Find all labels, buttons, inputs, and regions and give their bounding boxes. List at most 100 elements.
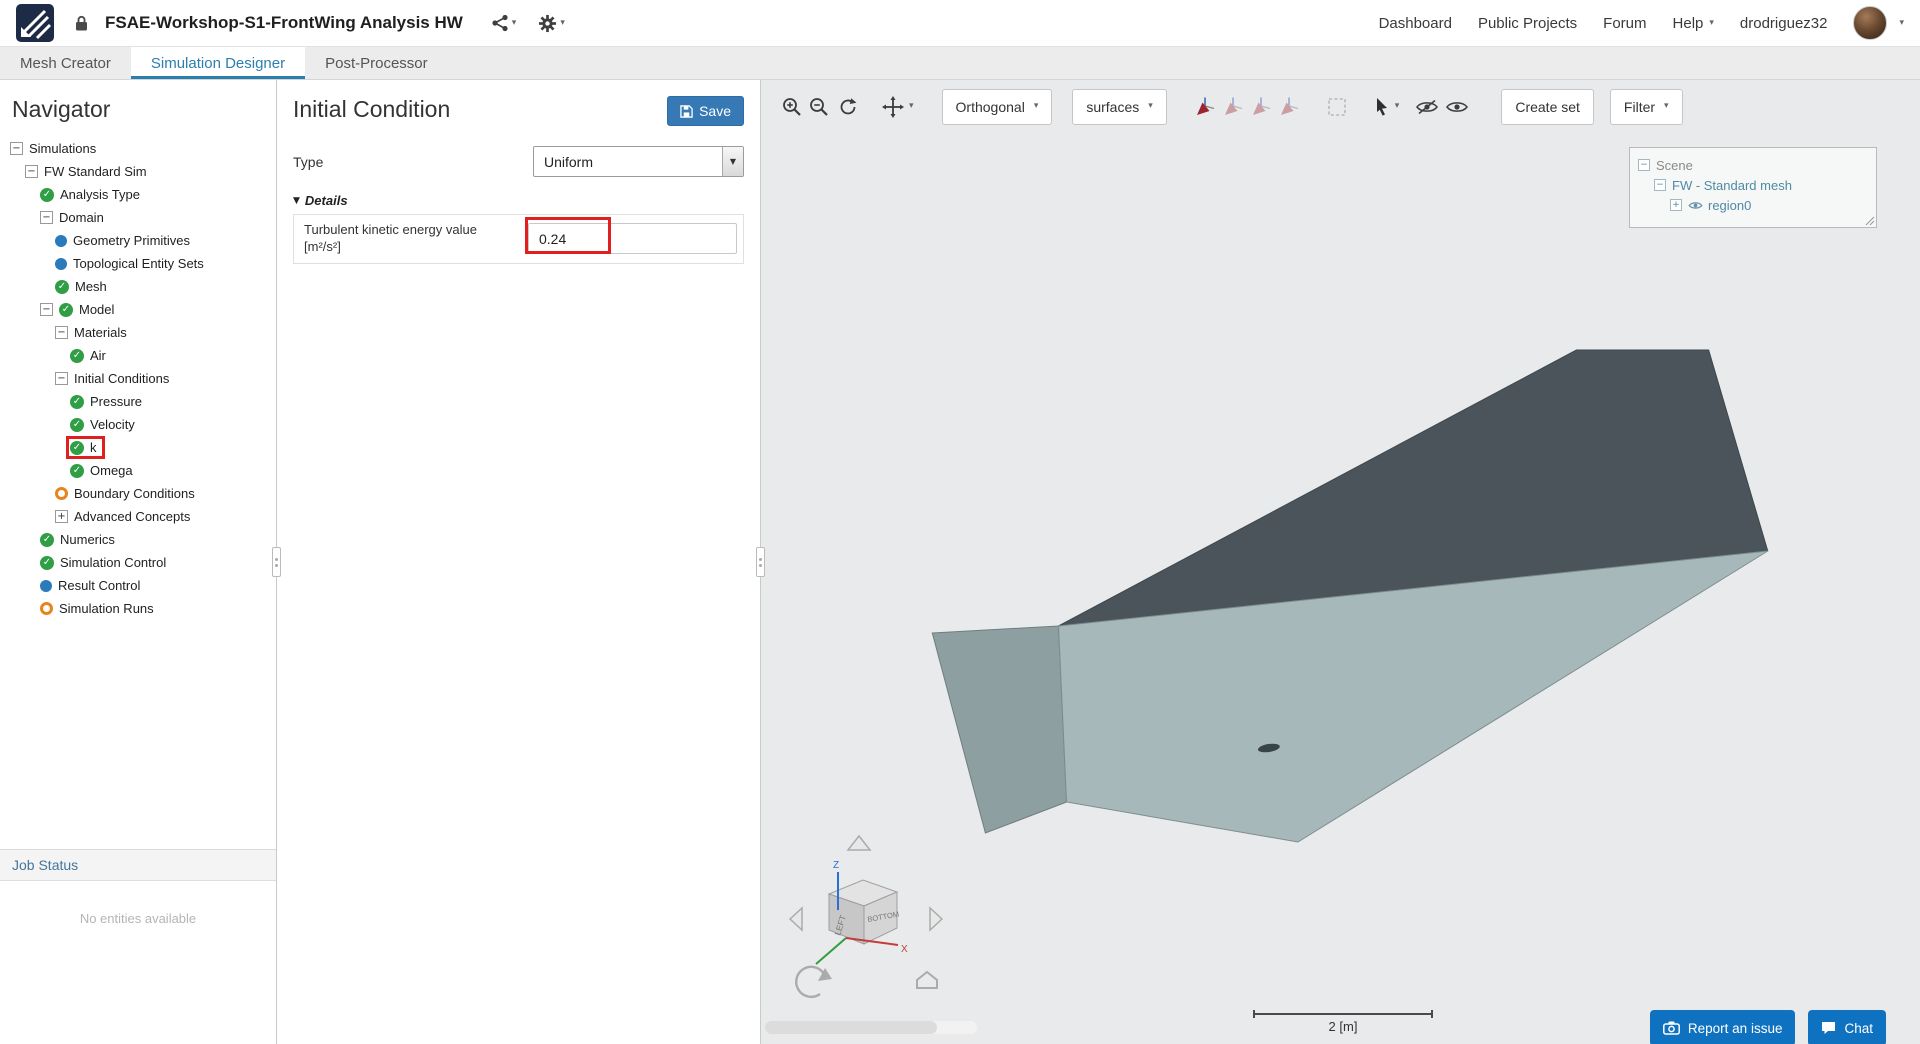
tree-item[interactable]: − Initial Conditions xyxy=(0,367,276,390)
header-nav-link[interactable]: Forum xyxy=(1603,15,1646,32)
tree-item[interactable]: Simulation Runs xyxy=(0,597,276,620)
tree-item[interactable]: ✓ Omega xyxy=(0,459,276,482)
scene-tree-item[interactable]: − FW - Standard mesh xyxy=(1638,175,1868,195)
collapse-icon[interactable]: − xyxy=(40,211,53,224)
collapse-icon[interactable]: − xyxy=(55,372,68,385)
tree-item-label: Simulations xyxy=(29,141,96,156)
tree-item[interactable]: ✓ Numerics xyxy=(0,528,276,551)
scrollbar-thumb[interactable] xyxy=(765,1021,937,1034)
pan-tool[interactable]: ▾ xyxy=(881,95,914,119)
rotate-right-arrow[interactable] xyxy=(930,908,942,930)
tree-item[interactable]: Geometry Primitives xyxy=(0,229,276,252)
home-view-icon[interactable] xyxy=(917,972,937,988)
select-tool[interactable]: ▾ xyxy=(1373,97,1400,117)
avatar[interactable] xyxy=(1853,6,1887,40)
tree-item-label: Velocity xyxy=(90,417,135,432)
tree-item[interactable]: ✓ Air xyxy=(0,344,276,367)
visibility-eye-icon[interactable] xyxy=(1688,200,1703,211)
filter-dropdown[interactable]: Filter ▾ xyxy=(1610,89,1683,125)
z-axis-label: Z xyxy=(833,860,839,871)
rotate-left-arrow[interactable] xyxy=(790,908,802,930)
save-button[interactable]: Save xyxy=(667,96,744,126)
workbench-tab[interactable]: Simulation Designer xyxy=(131,47,305,79)
collapse-icon[interactable]: − xyxy=(55,326,68,339)
tree-item[interactable]: ✓ Velocity xyxy=(0,413,276,436)
header-nav-link[interactable]: Dashboard xyxy=(1379,15,1452,32)
roll-view-arrow[interactable] xyxy=(796,967,824,997)
navigator-panel: Navigator − Simulations − xyxy=(0,80,277,1044)
create-set-button[interactable]: Create set xyxy=(1501,89,1594,125)
cone-tool-icon[interactable] xyxy=(1277,95,1301,119)
collapse-icon[interactable]: − xyxy=(40,303,53,316)
report-issue-button[interactable]: Report an issue xyxy=(1650,1010,1796,1044)
tree-item[interactable]: ✓ Analysis Type xyxy=(0,183,276,206)
horizontal-scrollbar[interactable] xyxy=(765,1021,977,1034)
show-all-icon[interactable] xyxy=(1445,98,1469,116)
collapse-icon[interactable]: − xyxy=(1654,179,1666,191)
tree-item[interactable]: ✓ k xyxy=(0,436,276,459)
pan-icon xyxy=(881,95,905,119)
chat-button[interactable]: Chat xyxy=(1808,1010,1886,1044)
clip-plane-icon[interactable] xyxy=(1193,95,1217,119)
render-mode-dropdown[interactable]: surfaces ▾ xyxy=(1072,89,1166,125)
tree-item[interactable]: ✓ Pressure xyxy=(0,390,276,413)
tree-item-label: FW Standard Sim xyxy=(44,164,147,179)
tree-item[interactable]: − Materials xyxy=(0,321,276,344)
reset-view-icon[interactable] xyxy=(837,96,859,118)
collapse-icon[interactable]: − xyxy=(25,165,38,178)
details-toggle[interactable]: ▼ Details xyxy=(293,193,744,208)
tree-item[interactable]: − Domain xyxy=(0,206,276,229)
zoom-out-icon[interactable] xyxy=(808,96,830,118)
workbench-tab[interactable]: Post-Processor xyxy=(305,47,448,79)
property-unit: [m²/s²] xyxy=(304,239,341,254)
cone-tool-icon[interactable] xyxy=(1221,95,1245,119)
collapse-icon[interactable]: − xyxy=(1638,159,1650,171)
app-logo[interactable] xyxy=(16,4,54,42)
select-arrow-icon[interactable]: ▼ xyxy=(722,147,743,176)
tree-item[interactable]: ✓ Simulation Control xyxy=(0,551,276,574)
projection-mode-dropdown[interactable]: Orthogonal ▾ xyxy=(942,89,1053,125)
tree-item-label: Advanced Concepts xyxy=(74,509,190,524)
status-incomplete-icon xyxy=(55,487,68,500)
tree-item[interactable]: − Simulations xyxy=(0,137,276,160)
tree-item[interactable]: Boundary Conditions xyxy=(0,482,276,505)
account-chevron-icon[interactable]: ▾ xyxy=(1899,19,1904,28)
tree-item[interactable]: − FW Standard Sim xyxy=(0,160,276,183)
zoom-in-icon[interactable] xyxy=(781,96,803,118)
overlay-resize-grip[interactable] xyxy=(1864,215,1875,226)
type-select[interactable]: Uniform ▼ xyxy=(533,146,744,177)
cone-tool-icon[interactable] xyxy=(1249,95,1273,119)
tree-item[interactable]: Topological Entity Sets xyxy=(0,252,276,275)
panel-resize-handle[interactable] xyxy=(272,547,281,577)
box-select-icon[interactable] xyxy=(1327,97,1347,117)
rotate-up-arrow[interactable] xyxy=(848,836,870,850)
tree-item[interactable]: ✓ Mesh xyxy=(0,275,276,298)
turbulent-kinetic-energy-input[interactable] xyxy=(528,223,737,254)
header-nav-link[interactable]: Public Projects xyxy=(1478,15,1577,32)
workbench-tab[interactable]: Mesh Creator xyxy=(0,47,131,79)
collapse-icon[interactable]: − xyxy=(10,142,23,155)
viewport[interactable]: ▾ Orthogonal ▾ surfaces ▾ xyxy=(761,80,1920,1044)
expand-icon[interactable]: + xyxy=(1670,199,1682,211)
panel-resize-handle[interactable] xyxy=(756,547,765,577)
orientation-cube-widget[interactable]: LEFT BOTTOM Z X xyxy=(784,822,964,1022)
tree-item[interactable]: Result Control xyxy=(0,574,276,597)
share-menu[interactable]: ▾ xyxy=(491,14,517,32)
mesh-box-side-face[interactable] xyxy=(932,626,1066,833)
expand-icon[interactable]: + xyxy=(55,510,68,523)
header-nav: Dashboard Public Projects Forum xyxy=(1379,15,1647,32)
username[interactable]: drodriguez32 xyxy=(1740,15,1828,32)
status-check-icon: ✓ xyxy=(70,464,84,478)
tree-item[interactable]: + Advanced Concepts xyxy=(0,505,276,528)
status-incomplete-icon xyxy=(40,602,53,615)
scene-tree-item[interactable]: + region0 xyxy=(1638,195,1868,215)
chevron-down-icon: ▾ xyxy=(909,102,914,111)
scene-tree-item[interactable]: − Scene xyxy=(1638,155,1868,175)
scale-bar: 2 [m] xyxy=(1253,1013,1433,1034)
help-menu[interactable]: Help ▾ xyxy=(1673,15,1714,32)
hide-selection-icon[interactable] xyxy=(1415,98,1439,116)
status-check-icon: ✓ xyxy=(59,303,73,317)
settings-menu[interactable]: ▾ xyxy=(538,14,565,33)
project-title: FSAE-Workshop-S1-FrontWing Analysis HW xyxy=(105,13,463,33)
tree-item[interactable]: − ✓ Model xyxy=(0,298,276,321)
